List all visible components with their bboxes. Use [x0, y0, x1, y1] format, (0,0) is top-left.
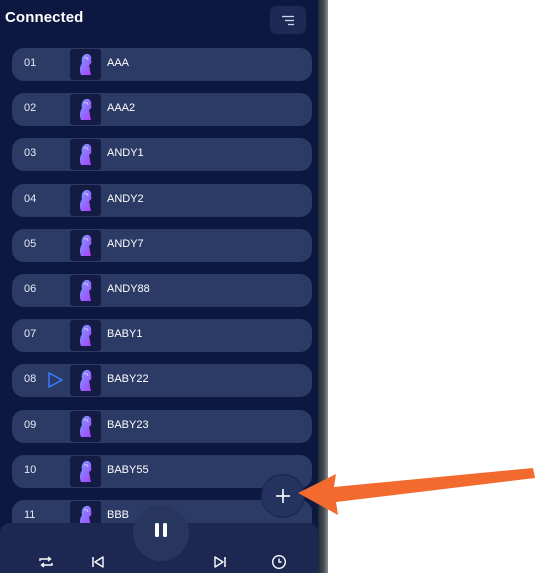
track-artwork-icon — [70, 139, 101, 171]
track-name: AAA2 — [107, 102, 136, 115]
repeat-button[interactable] — [34, 552, 58, 572]
track-number: 05 — [24, 237, 37, 250]
track-artwork-icon — [70, 275, 101, 306]
track-number: 08 — [24, 373, 37, 386]
top-bar: Connected — [0, 0, 318, 42]
track-name: ANDY7 — [107, 237, 144, 250]
track-number: 10 — [24, 463, 37, 476]
playlist-row[interactable]: 06 ANDY88 — [12, 274, 312, 307]
track-artwork-icon — [70, 229, 101, 261]
playlist-row[interactable]: 01 AAA — [12, 48, 312, 81]
skip-next-icon — [214, 556, 226, 568]
playlist-row[interactable]: 07 BABY1 — [12, 319, 312, 353]
track-number: 01 — [24, 57, 37, 69]
repeat-icon — [39, 556, 53, 568]
track-artwork-icon — [70, 49, 101, 80]
track-name: BBB — [107, 509, 130, 521]
playlist-row[interactable]: 09 BABY23 — [12, 409, 312, 443]
menu-lines-icon — [282, 15, 294, 25]
track-artwork-icon — [70, 184, 101, 216]
app-screen: Connected 01 AAA 02 AAA2 03 ANDY1 04 ANDY2 05 AND… — [0, 0, 318, 573]
playlist-row[interactable]: 08 BABY22 — [12, 364, 312, 398]
track-name: BABY22 — [107, 373, 149, 386]
track-name: ANDY1 — [107, 147, 144, 160]
track-artwork-icon — [70, 455, 101, 487]
connection-status-title: Connected — [5, 9, 84, 26]
menu-button[interactable] — [270, 6, 306, 34]
timer-icon — [271, 554, 287, 570]
plus-icon — [276, 489, 290, 503]
track-name: BABY55 — [107, 463, 149, 476]
track-name: BABY23 — [107, 418, 149, 431]
playlist-row[interactable]: 04 ANDY2 — [12, 183, 312, 217]
play-triangle-icon — [48, 372, 63, 389]
track-name: ANDY2 — [107, 192, 144, 205]
track-name: AAA — [107, 57, 130, 69]
track-artwork-icon — [70, 410, 101, 442]
annotation-arrow-icon — [298, 468, 535, 515]
track-number: 09 — [24, 418, 37, 431]
track-number: 06 — [24, 283, 37, 295]
playlist-row[interactable]: 02 AAA2 — [12, 93, 312, 127]
track-artwork-icon — [70, 365, 101, 397]
track-number: 11 — [24, 509, 36, 521]
track-number: 03 — [24, 147, 37, 160]
playlist-row[interactable]: 03 ANDY1 — [12, 138, 312, 172]
track-number: 04 — [24, 192, 37, 205]
track-name: BABY1 — [107, 328, 143, 341]
track-number: 07 — [24, 328, 37, 341]
pause-button[interactable] — [133, 505, 189, 561]
previous-button[interactable] — [86, 552, 110, 572]
skip-previous-icon — [92, 556, 104, 568]
timer-button[interactable] — [267, 552, 291, 572]
track-name: ANDY88 — [107, 283, 150, 295]
playlist-row[interactable]: 05 ANDY7 — [12, 228, 312, 262]
track-number: 02 — [24, 102, 37, 115]
next-button[interactable] — [208, 552, 232, 572]
track-artwork-icon — [70, 94, 101, 126]
pause-icon — [155, 523, 167, 537]
track-artwork-icon — [70, 320, 101, 352]
